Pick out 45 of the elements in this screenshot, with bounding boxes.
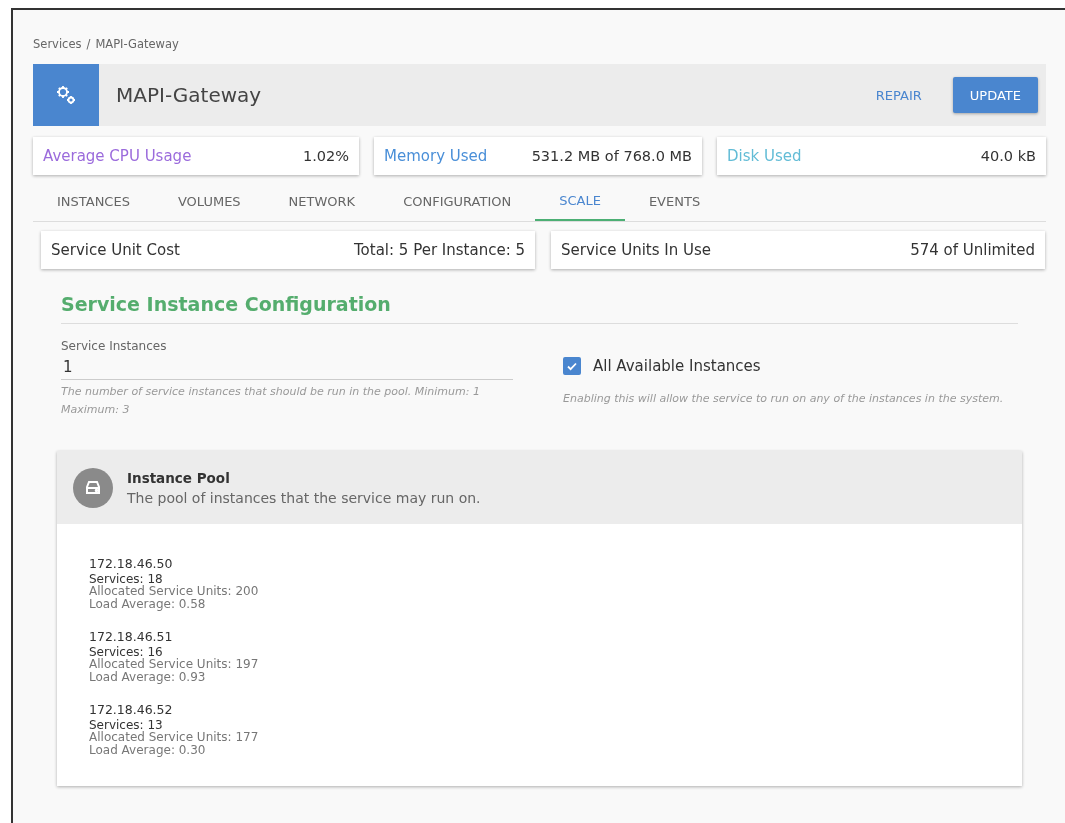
service-title: MAPI-Gateway xyxy=(116,83,262,107)
instance-address: 172.18.46.50 xyxy=(89,558,174,571)
tab[interactable]: INSTANCES xyxy=(33,181,154,221)
stat-value: 531.2 MB of 768.0 MB xyxy=(531,148,692,164)
tab[interactable]: SCALE xyxy=(535,181,625,221)
section-title: Service Instance Configuration xyxy=(61,293,1018,324)
tab[interactable]: EVENTS xyxy=(624,181,725,221)
field-label: Service Instances xyxy=(61,339,168,353)
units-label: Service Units In Use xyxy=(561,241,712,259)
units-label: Service Unit Cost xyxy=(51,241,180,259)
instance-services: Services: 16 xyxy=(89,645,163,658)
repair-button[interactable]: REPAIR xyxy=(858,77,939,113)
stat-value: 1.02% xyxy=(302,148,349,164)
help-text: Enabling this will allow the service to run on any of the instances in the system. xyxy=(563,391,1005,407)
instance-address: 172.18.46.52 xyxy=(89,704,174,717)
panel-subtitle: The pool of instances that the service may run on. xyxy=(127,489,481,506)
breadcrumb-item: MAPI-Gateway xyxy=(95,37,179,51)
instance-address: 172.18.46.51 xyxy=(89,631,174,644)
stat-value: 40.0 kB xyxy=(980,148,1036,164)
panel-title: Instance Pool xyxy=(127,469,231,486)
instance-services: Services: 18 xyxy=(89,572,163,585)
instance-units: Allocated Service Units: 177 xyxy=(89,731,260,744)
checkbox-label: All Available Instances xyxy=(593,357,761,375)
instance-services: Services: 13 xyxy=(89,718,163,731)
breadcrumb-item[interactable]: Services xyxy=(33,37,82,51)
tab[interactable]: CONFIGURATION xyxy=(379,181,536,221)
stat-label: Memory Used xyxy=(384,147,488,165)
input-field[interactable]: 1 xyxy=(61,353,513,380)
breadcrumb-separator: / xyxy=(86,37,91,51)
instance-load: Load Average: 0.58 xyxy=(89,597,207,610)
instance-load: Load Average: 0.93 xyxy=(89,670,207,683)
tab[interactable]: NETWORK xyxy=(264,181,380,221)
gears-icon xyxy=(33,64,99,126)
units-value: Total: 5 Per Instance: 5 xyxy=(354,241,525,259)
units-value: 574 of Unlimited xyxy=(910,241,1035,259)
instance-units: Allocated Service Units: 197 xyxy=(89,658,260,671)
drive-icon xyxy=(73,467,113,508)
help-text: The number of service instances that should be run in the pool. Minimum: 1 Maximum: 3 xyxy=(61,384,481,418)
update-button[interactable]: UPDATE xyxy=(952,77,1038,113)
stat-label: Disk Used xyxy=(727,147,802,165)
tab[interactable]: VOLUMES xyxy=(153,181,265,221)
instance-units: Allocated Service Units: 200 xyxy=(89,585,260,598)
checkbox[interactable] xyxy=(563,357,581,375)
instance-load: Load Average: 0.30 xyxy=(89,743,207,756)
stat-label: Average CPU Usage xyxy=(43,147,192,165)
